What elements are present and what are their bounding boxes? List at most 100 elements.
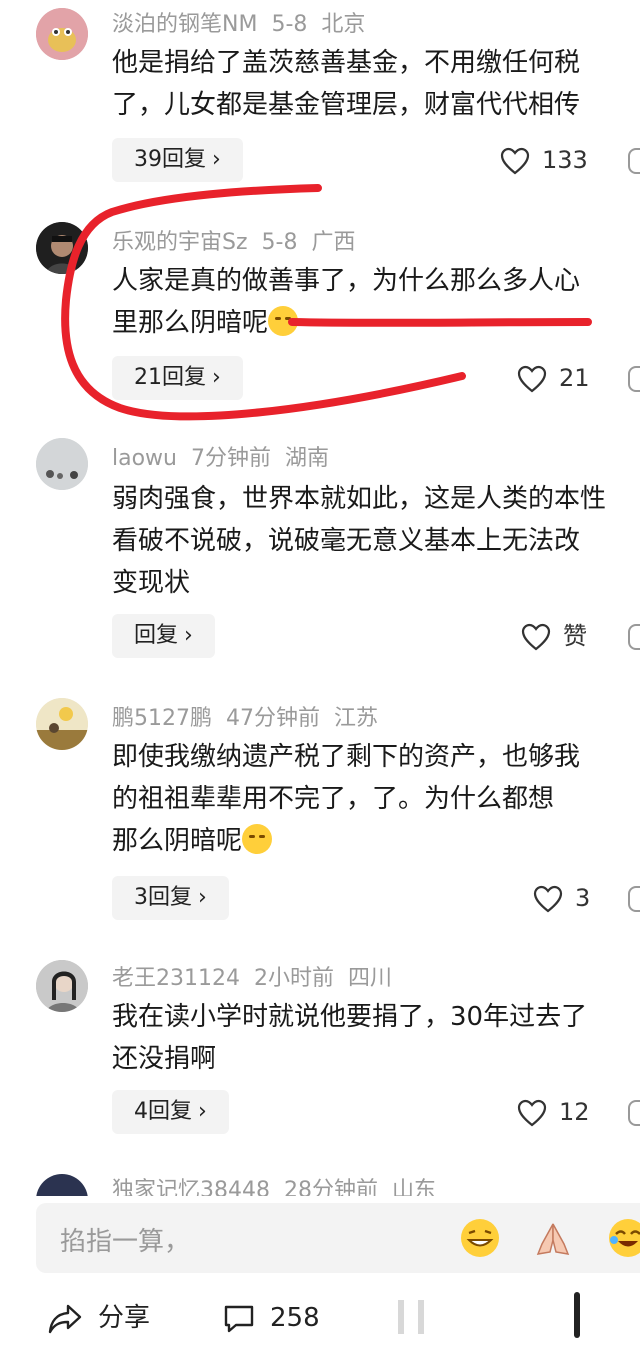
comment-line: 了，儿女都是基金管理层，财富代代相传 <box>112 90 581 120</box>
comment-meta: 鹏5127鹏 47分钟前 江苏 <box>112 700 392 732</box>
comment-line: 我在读小学时就说他要捐了，30年过去了 <box>112 1002 588 1032</box>
like-button[interactable]: 3 <box>533 876 590 920</box>
comment-text: 我在读小学时就说他要捐了，30年过去了 还没捐啊 <box>112 996 640 1080</box>
comment-location: 北京 <box>321 12 366 37</box>
like-button[interactable]: 133 <box>500 138 588 182</box>
heart-icon <box>517 1099 547 1127</box>
avatar[interactable] <box>36 222 88 274</box>
comment-count: 258 <box>270 1303 320 1333</box>
comment-line: 还没捐啊 <box>112 1044 217 1074</box>
more-options-icon[interactable] <box>628 366 640 392</box>
comment-location: 山东 <box>392 1178 437 1196</box>
comment-line: 里那么阴暗呢 <box>112 308 269 338</box>
comment-line: 变现状 <box>112 568 191 598</box>
username[interactable]: 独家记忆38448 <box>112 1178 270 1196</box>
view-replies-button[interactable]: 3回复 › <box>112 876 229 920</box>
scroll-indicator <box>398 1300 404 1334</box>
comment-location: 湖南 <box>285 446 330 471</box>
heart-icon <box>500 147 530 175</box>
comment-line: 的祖祖辈辈用不完了，了。为什么都想 <box>112 784 555 814</box>
reply-count: 3回复 <box>134 885 192 910</box>
reply-count: 39回复 <box>134 147 206 172</box>
like-count: 赞 <box>563 622 587 650</box>
comment-item: 独家记忆38448 28分钟前 山东 <box>0 1170 640 1196</box>
reply-count: 4回复 <box>134 1099 192 1124</box>
comment-bubble-icon <box>224 1305 254 1332</box>
avatar[interactable] <box>36 438 88 490</box>
bottom-bar: 分享 258 <box>0 1290 640 1361</box>
chevron-right-icon: › <box>184 623 193 648</box>
comment-text: 即使我缴纳遗产税了剩下的资产，也够我 的祖祖辈辈用不完了，了。为什么都想 那么阴… <box>112 736 640 862</box>
scroll-indicator <box>574 1292 580 1338</box>
comment-meta: 老王231124 2小时前 四川 <box>112 960 406 992</box>
view-replies-button[interactable]: 21回复 › <box>112 356 243 400</box>
heart-icon <box>533 885 563 913</box>
view-replies-button[interactable]: 4回复 › <box>112 1090 229 1134</box>
comment-line: 看破不说破，说破毫无意义基本上无法改 <box>112 526 581 556</box>
comment-location: 四川 <box>347 966 392 991</box>
username[interactable]: 鹏5127鹏 <box>112 706 212 731</box>
chevron-right-icon: › <box>198 1099 207 1124</box>
comment-meta: 淡泊的钢笔NM 5-8 北京 <box>112 6 379 38</box>
comment-input[interactable]: 掐指一算， <box>36 1203 640 1273</box>
like-button[interactable]: 21 <box>517 356 590 400</box>
comment-text: 人家是真的做善事了，为什么那么多人心 里那么阴暗呢 <box>112 260 640 344</box>
comment-meta: laowu 7分钟前 湖南 <box>112 440 343 472</box>
praying-hands-emoji-icon[interactable] <box>532 1218 574 1258</box>
comment-date: 5-8 <box>271 12 308 37</box>
red-annotation-scribble <box>61 184 592 421</box>
username[interactable]: laowu <box>112 446 177 471</box>
chevron-right-icon: › <box>212 365 221 390</box>
heart-icon <box>517 365 547 393</box>
chevron-right-icon: › <box>212 147 221 172</box>
view-replies-button[interactable]: 39回复 › <box>112 138 243 182</box>
avatar[interactable] <box>36 960 88 1012</box>
more-options-icon[interactable] <box>628 624 640 650</box>
more-options-icon[interactable] <box>628 148 640 174</box>
comment-input-placeholder: 掐指一算， <box>60 1227 191 1257</box>
comment-line: 弱肉强食，世界本就如此，这是人类的本性 <box>112 484 607 514</box>
comment-count-button[interactable]: 258 <box>222 1296 320 1340</box>
comment-date: 7分钟前 <box>191 446 271 471</box>
comment-meta: 独家记忆38448 28分钟前 山东 <box>112 1172 450 1196</box>
share-label: 分享 <box>98 1303 151 1333</box>
comment-text: 他是捐给了盖茨慈善基金，不用缴任何税 了，儿女都是基金管理层，财富代代相传 <box>112 42 640 126</box>
more-options-icon[interactable] <box>628 886 640 912</box>
comment-location: 广西 <box>311 230 356 255</box>
comment-line: 他是捐给了盖茨慈善基金，不用缴任何税 <box>112 48 581 78</box>
comment-date: 2小时前 <box>253 966 334 991</box>
username[interactable]: 淡泊的钢笔NM <box>112 12 257 37</box>
reply-count: 21回复 <box>134 365 206 390</box>
comment-text: 弱肉强食，世界本就如此，这是人类的本性 看破不说破，说破毫无意义基本上无法改 变… <box>112 478 640 604</box>
share-button[interactable]: 分享 <box>48 1296 150 1340</box>
chevron-right-icon: › <box>198 885 207 910</box>
like-button[interactable]: 12 <box>517 1090 590 1134</box>
avatar[interactable] <box>36 698 88 750</box>
comment-line: 那么阴暗呢 <box>112 826 243 856</box>
comment-location: 江苏 <box>334 706 379 731</box>
like-count: 21 <box>559 364 590 392</box>
like-count: 3 <box>575 884 591 912</box>
like-count: 133 <box>542 146 588 174</box>
username[interactable]: 老王231124 <box>112 966 240 991</box>
comment-meta: 乐观的宇宙Sz 5-8 广西 <box>112 224 369 256</box>
comment-line: 人家是真的做善事了，为什么那么多人心 <box>112 266 581 296</box>
grin-emoji-icon[interactable] <box>460 1218 500 1258</box>
relieved-face-emoji-icon <box>242 823 273 854</box>
share-icon <box>48 1304 82 1333</box>
laughing-crying-emoji-icon <box>268 305 299 336</box>
laughing-crying-emoji-icon[interactable] <box>608 1218 640 1258</box>
avatar[interactable] <box>36 1174 88 1196</box>
view-replies-button[interactable]: 回复 › <box>112 614 215 658</box>
avatar[interactable] <box>36 8 88 60</box>
like-count: 12 <box>559 1098 590 1126</box>
reply-count: 回复 <box>134 623 179 648</box>
comment-line: 即使我缴纳遗产税了剩下的资产，也够我 <box>112 742 581 772</box>
like-button[interactable]: 赞 <box>521 614 587 658</box>
comment-date: 28分钟前 <box>284 1178 378 1196</box>
username[interactable]: 乐观的宇宙Sz <box>112 230 248 255</box>
comment-date: 5-8 <box>261 230 298 255</box>
scroll-indicator <box>418 1300 424 1334</box>
more-options-icon[interactable] <box>628 1100 640 1126</box>
heart-icon <box>521 623 551 651</box>
